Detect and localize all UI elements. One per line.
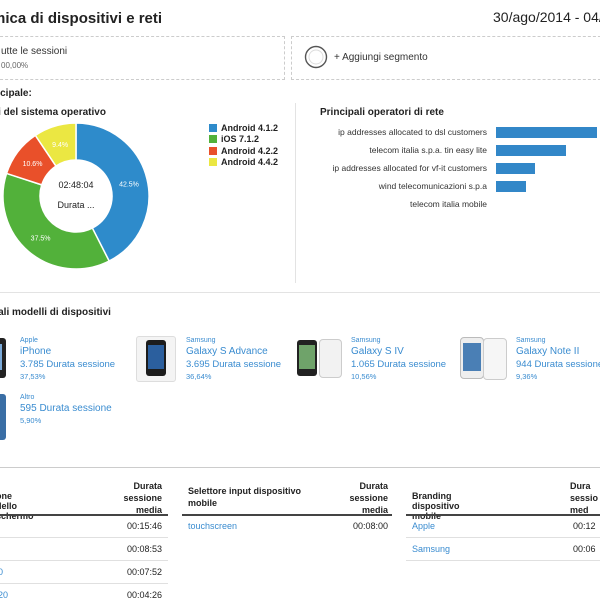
device-brand: Altro [20, 394, 35, 401]
section-divider [0, 292, 600, 293]
table-header[interactable]: one dello schermo [0, 491, 34, 521]
donut-slice-label: 37.5% [31, 235, 51, 242]
carrier-bar[interactable] [496, 181, 526, 192]
table-row-value: 00:15:46 [126, 521, 162, 531]
device-percentage: 5,90% [20, 416, 42, 425]
device-brand: Samsung [186, 337, 216, 344]
device-brand: Samsung [351, 337, 381, 344]
iphone-image[interactable] [0, 338, 6, 378]
carrier-bar[interactable] [496, 145, 566, 156]
legend-label: Android 4.2.2 [221, 145, 279, 156]
table-header[interactable]: Branding dispositivo mobile [412, 491, 460, 521]
date-range-selector[interactable]: 30/ago/2014 - 04/s [493, 9, 600, 25]
table-row-divider [0, 583, 168, 584]
donut-center-label: Durata ... [57, 200, 94, 210]
device-model[interactable]: iPhone [20, 346, 51, 357]
donut-slice-label: 42.5% [119, 181, 139, 188]
carrier-label[interactable]: telecom italia mobile [410, 199, 487, 209]
table-row-divider [0, 560, 168, 561]
device-model[interactable]: Galaxy S Advance [186, 346, 268, 357]
table-value-header[interactable]: Durata sessione media [112, 480, 162, 516]
section-divider [295, 103, 296, 283]
legend-item[interactable]: Android 4.4.2 [209, 157, 278, 168]
carrier-label[interactable]: ip addresses allocated for vf-it custome… [333, 163, 487, 173]
table-rule [182, 514, 392, 516]
segment-percentage: 00,00% [1, 61, 29, 70]
donut-slice-label: 9.4% [52, 142, 68, 149]
other-device-image[interactable] [0, 394, 6, 440]
device-brand: Samsung [516, 337, 546, 344]
legend-item[interactable]: Android 4.2.2 [209, 145, 278, 156]
table-row-divider [406, 537, 600, 538]
table-row-label[interactable]: Apple [412, 521, 435, 531]
donut-hole [41, 161, 111, 231]
os-donut-chart: 42.5% 37.5% 10.6% 9.4% 02:48:04 Durata ... [2, 122, 150, 270]
legend-label: Android 4.4.2 [221, 157, 279, 167]
table-row-label[interactable]: 20 [0, 590, 8, 600]
add-segment-button[interactable]: + Aggiungi segmento [291, 36, 600, 80]
table-row-divider [0, 537, 168, 538]
legend-swatch [209, 158, 217, 166]
table-header[interactable]: Selettore input dispositivo mobile [188, 485, 318, 509]
device-model[interactable]: Galaxy S IV [351, 346, 404, 357]
section-divider [0, 467, 600, 468]
galaxy-note2-image[interactable] [457, 335, 509, 381]
table-rule [406, 514, 600, 516]
device-duration: 3.695 Durata sessione [186, 359, 282, 370]
table-row-value: 00:07:52 [126, 567, 162, 577]
carrier-chart-title: Principali operatori di rete [320, 107, 444, 118]
add-segment-label: + Aggiungi segmento [334, 52, 428, 63]
legend-item[interactable]: Android 4.1.2 [209, 122, 278, 133]
table-row-divider [406, 560, 600, 561]
carrier-bar[interactable] [496, 127, 597, 138]
segment-all-sessions[interactable]: utte le sessioni 00,00% [0, 36, 285, 80]
carrier-bar[interactable] [496, 163, 535, 174]
legend-swatch [209, 135, 217, 143]
donut-slice-label: 10.6% [23, 161, 43, 168]
device-duration: 595 Durata sessione [20, 403, 112, 414]
device-duration: 1.065 Durata sessione [351, 359, 447, 370]
galaxy-s4-image[interactable] [295, 336, 343, 378]
galaxy-s-advance-image[interactable] [136, 336, 176, 382]
carrier-label[interactable]: ip addresses allocated to dsl customers [338, 127, 487, 137]
summary-label: ncipale: [0, 88, 32, 99]
device-percentage: 36,64% [186, 372, 212, 381]
segment-label: utte le sessioni [1, 46, 68, 57]
table-row-label[interactable]: touchscreen [188, 521, 237, 531]
table-value-header[interactable]: Durata sessione media [336, 480, 388, 516]
table-row-value: 00:08:00 [352, 521, 388, 531]
legend-label: iOS 7.1.2 [221, 134, 260, 144]
legend-label: Android 4.1.2 [221, 122, 279, 133]
device-percentage: 37,53% [20, 372, 46, 381]
table-row-label[interactable]: Samsung [412, 544, 450, 554]
device-duration: 3.785 Durata sessione [20, 359, 116, 370]
os-legend: Android 4.1.2 iOS 7.1.2 Android 4.2.2 An… [209, 122, 278, 168]
legend-swatch [209, 146, 217, 155]
devices-title: pali modelli di dispositivi [0, 307, 111, 318]
device-brand: Apple [20, 337, 38, 344]
carrier-label[interactable]: wind telecomunicazioni s.p.a [379, 181, 487, 191]
carrier-label[interactable]: telecom italia s.p.a. tin easy lite [369, 145, 487, 155]
table-rule [0, 514, 168, 516]
donut-center-time: 02:48:04 [58, 180, 93, 190]
device-duration: 944 Durata sessione [516, 359, 600, 370]
table-row-value: 00:12 [573, 521, 596, 531]
legend-swatch [209, 123, 217, 132]
table-row-value: 00:04:26 [126, 590, 162, 600]
table-value-header[interactable]: Dura sessio med [570, 480, 600, 516]
table-row-value: 00:08:53 [126, 544, 162, 554]
page-title: mica di dispositivi e reti [0, 10, 163, 27]
legend-item[interactable]: iOS 7.1.2 [209, 134, 278, 145]
table-row-value: 00:06 [573, 544, 596, 554]
device-percentage: 10,56% [351, 372, 377, 381]
table-row-label[interactable]: 0 [0, 567, 3, 577]
os-chart-title: ni del sistema operativo [0, 107, 106, 118]
add-segment-icon [304, 45, 328, 69]
device-percentage: 9,36% [516, 372, 538, 381]
device-model[interactable]: Galaxy Note II [516, 346, 579, 357]
